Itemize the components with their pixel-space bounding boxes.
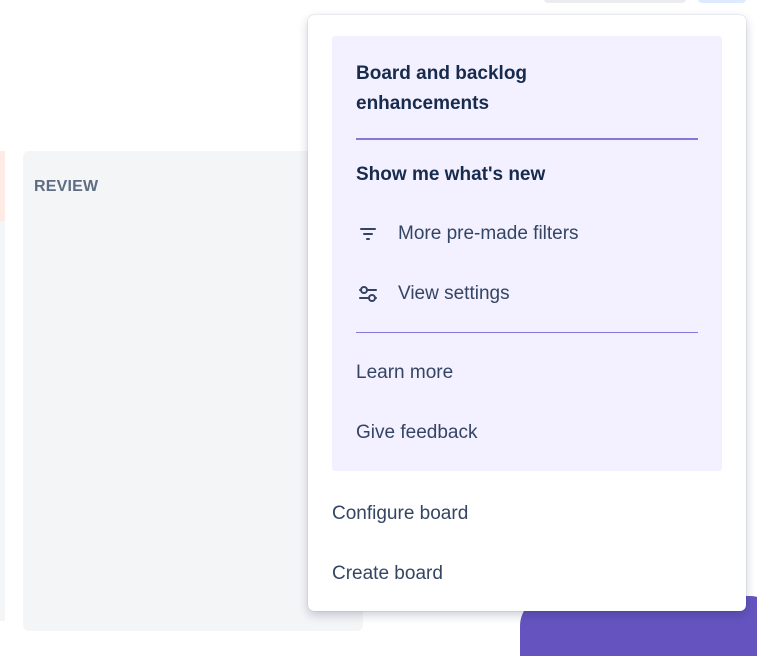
toolbar-button-fragment-blue[interactable] bbox=[698, 0, 746, 3]
spotlight-divider-thin bbox=[356, 332, 698, 333]
learn-more-link[interactable]: Learn more bbox=[356, 355, 453, 391]
view-settings-item[interactable]: View settings bbox=[356, 276, 510, 312]
filter-icon bbox=[356, 222, 380, 246]
spotlight-title: Board and backlog enhancements bbox=[356, 63, 528, 114]
board-column-fragment bbox=[0, 151, 5, 621]
board-options-menu: Board and backlog enhancements Show me w… bbox=[308, 15, 746, 611]
whats-new-spotlight: Board and backlog enhancements Show me w… bbox=[332, 36, 722, 471]
column-title: REVIEW bbox=[34, 178, 99, 195]
view-settings-label: View settings bbox=[398, 283, 510, 304]
board-column-fragment-highlight bbox=[0, 151, 5, 221]
configure-board-item[interactable]: Configure board bbox=[332, 496, 468, 532]
more-premade-filters-label: More pre-made filters bbox=[398, 223, 579, 244]
sliders-icon bbox=[356, 282, 380, 306]
whats-new-heading: Show me what's new bbox=[356, 164, 546, 185]
spotlight-divider bbox=[356, 138, 698, 140]
create-board-item[interactable]: Create board bbox=[332, 556, 443, 592]
give-feedback-link[interactable]: Give feedback bbox=[356, 415, 477, 451]
more-premade-filters-item[interactable]: More pre-made filters bbox=[356, 216, 579, 252]
toolbar-button-fragment[interactable] bbox=[544, 0, 686, 3]
